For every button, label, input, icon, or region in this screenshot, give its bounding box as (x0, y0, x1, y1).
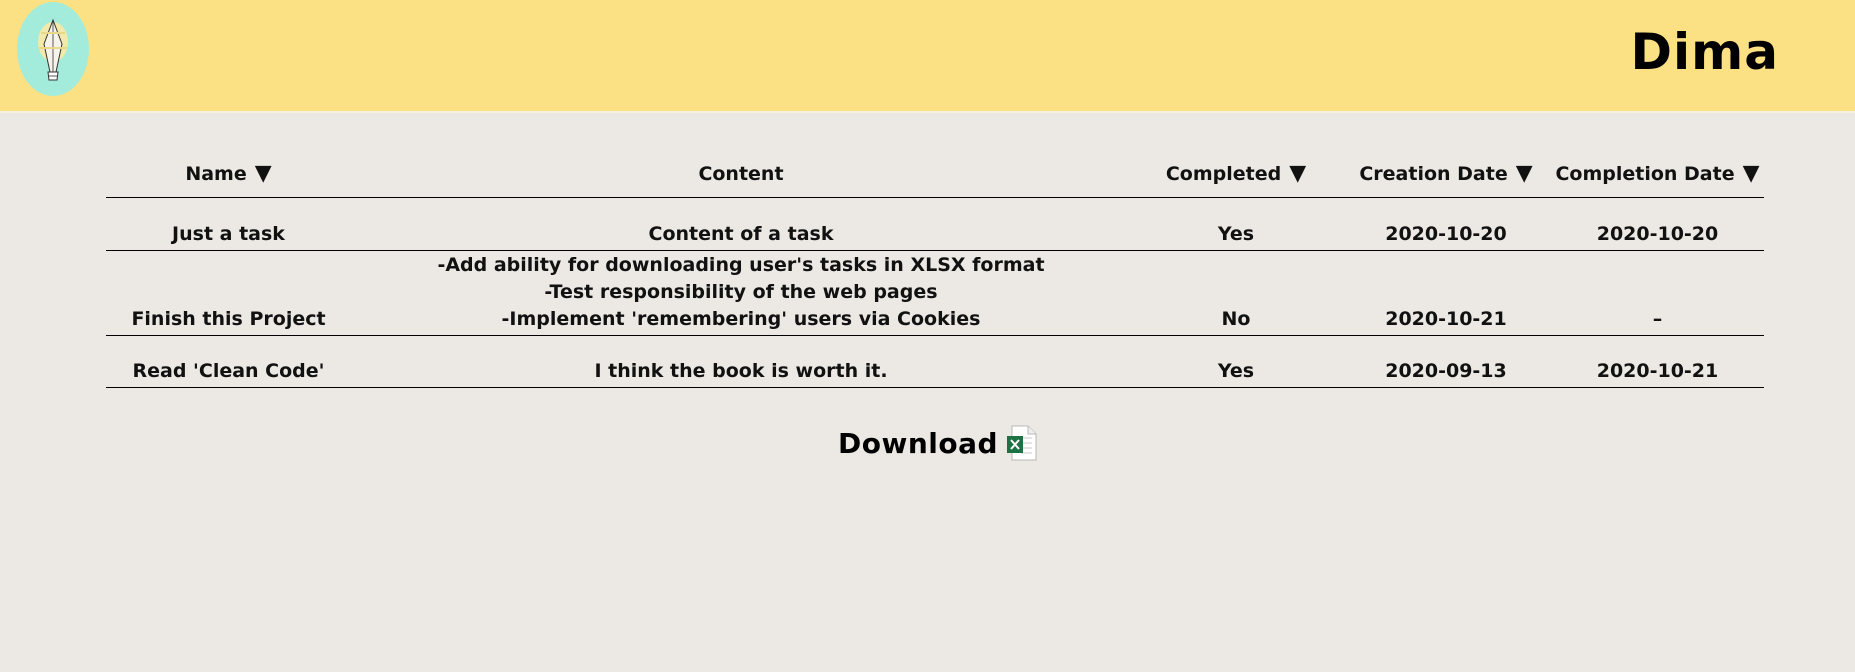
task-completion-date-cell: 2020-10-21 (1551, 335, 1764, 388)
task-content-line: I think the book is worth it. (594, 360, 888, 382)
task-creation-date-cell: 2020-10-20 (1341, 197, 1551, 251)
column-header-content: Content (351, 151, 1131, 198)
table-row[interactable]: Read 'Clean Code' I think the book is wo… (106, 335, 1764, 388)
column-header-label: Creation Date (1359, 162, 1508, 185)
download-label: Download (838, 426, 999, 460)
task-completed-cell: No (1131, 250, 1341, 336)
task-creation-date-cell: 2020-09-13 (1341, 335, 1551, 388)
task-content-cell: -Add ability for downloading user's task… (351, 250, 1131, 336)
tasks-table: Name ▼ Content Completed ▼ Creation Date ▼ … (106, 151, 1764, 388)
lightbulb-balloon-icon (38, 18, 68, 81)
column-header-name[interactable]: Name ▼ (106, 151, 351, 198)
task-content-line: -Implement 'remembering' users via Cooki… (501, 308, 981, 330)
logo[interactable] (17, 2, 89, 96)
task-name-cell: Finish this Project (106, 250, 351, 336)
sort-arrow-icon[interactable]: ▼ (255, 163, 272, 185)
sort-arrow-icon[interactable]: ▼ (1289, 163, 1306, 185)
column-header-completion-date[interactable]: Completion Date ▼ (1551, 151, 1764, 198)
table-row[interactable]: Finish this Project -Add ability for dow… (106, 250, 1764, 336)
task-completion-date-cell: – (1551, 250, 1764, 336)
sort-arrow-icon[interactable]: ▼ (1743, 163, 1760, 185)
column-header-creation-date[interactable]: Creation Date ▼ (1341, 151, 1551, 198)
table-row[interactable]: Just a task Content of a task Yes 2020-1… (106, 197, 1764, 251)
top-header: Dima (0, 0, 1855, 113)
task-completion-date-cell: 2020-10-20 (1551, 197, 1764, 251)
excel-file-icon (1006, 424, 1038, 462)
task-completed-cell: Yes (1131, 197, 1341, 251)
task-name-cell: Read 'Clean Code' (106, 335, 351, 388)
task-completed-cell: Yes (1131, 335, 1341, 388)
task-name-cell: Just a task (106, 197, 351, 251)
task-content-line: -Add ability for downloading user's task… (437, 254, 1045, 276)
column-header-label: Completion Date (1555, 162, 1735, 185)
column-header-completed[interactable]: Completed ▼ (1131, 151, 1341, 198)
column-header-label: Content (698, 163, 784, 185)
task-content-line: Content of a task (648, 223, 834, 245)
sort-arrow-icon[interactable]: ▼ (1516, 163, 1533, 185)
task-creation-date-cell: 2020-10-21 (1341, 250, 1551, 336)
column-header-label: Name (185, 162, 247, 185)
task-content-line: -Test responsibility of the web pages (544, 281, 938, 303)
task-content-cell: Content of a task (351, 197, 1131, 251)
download-button[interactable]: Download (838, 424, 1038, 462)
table-header-row: Name ▼ Content Completed ▼ Creation Date ▼ … (106, 151, 1764, 198)
column-header-label: Completed (1165, 162, 1282, 185)
username-label: Dima (1630, 23, 1779, 81)
task-content-cell: I think the book is worth it. (351, 335, 1131, 388)
